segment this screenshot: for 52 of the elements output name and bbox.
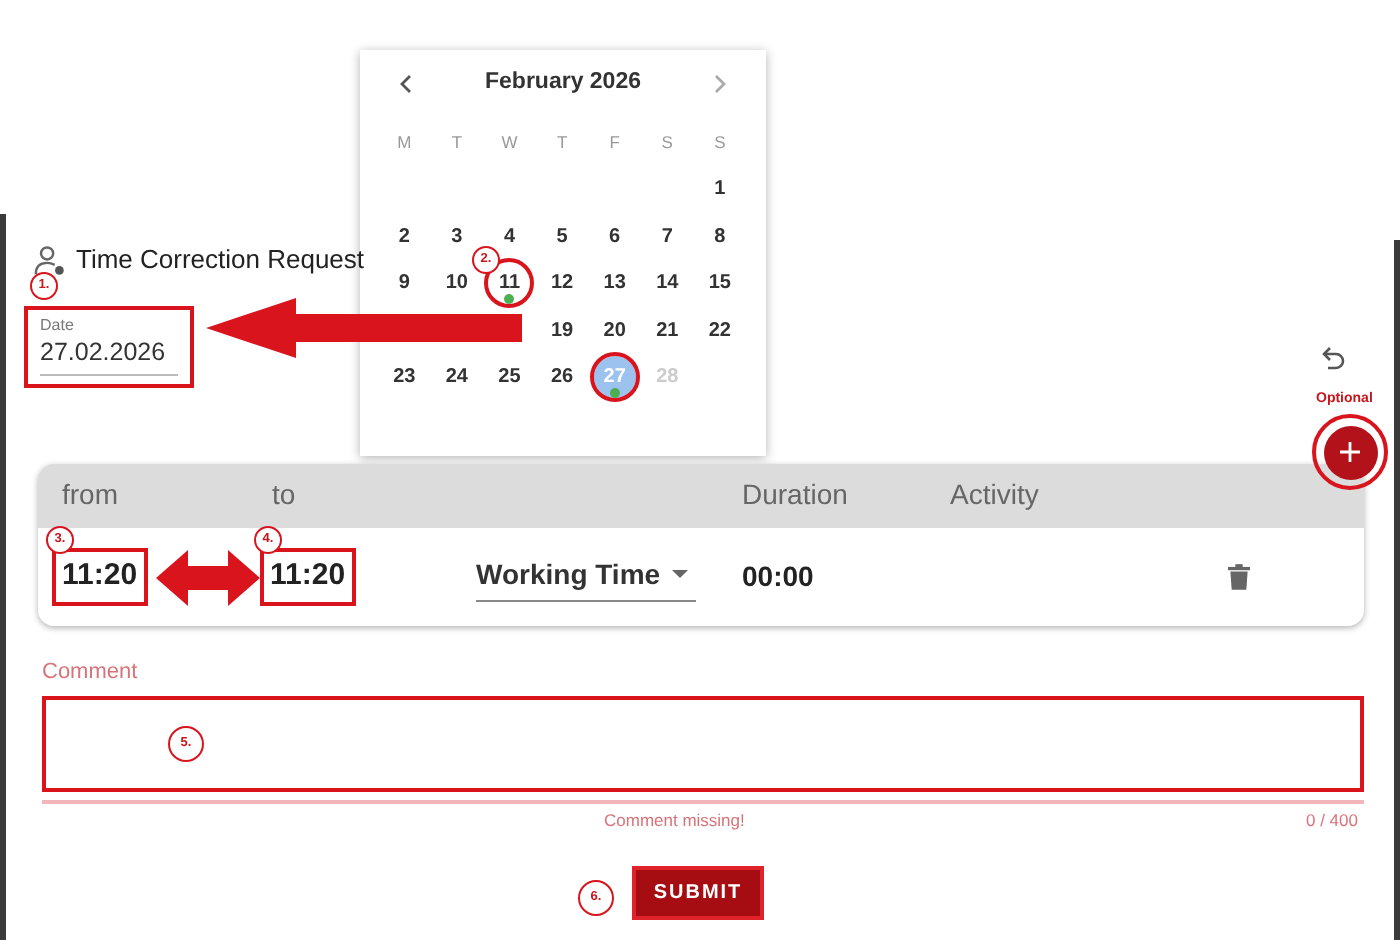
calendar-day[interactable]: 7 — [646, 215, 689, 258]
date-value: 27.02.2026 — [40, 336, 178, 376]
column-header: from — [62, 478, 118, 510]
weekday-label: F — [609, 129, 620, 155]
page-title: Time Correction Request — [76, 242, 365, 279]
calendar-day[interactable]: 24 — [435, 356, 478, 399]
calendar-day[interactable]: 8 — [698, 215, 741, 258]
calendar-day[interactable]: 22 — [698, 309, 741, 352]
calendar-day[interactable]: 13 — [593, 262, 636, 305]
calendar-day[interactable]: 5 — [541, 215, 584, 258]
weekday-label: T — [556, 129, 568, 155]
weekday-label: S — [661, 129, 673, 155]
calendar-day[interactable]: 21 — [646, 309, 689, 352]
error-message: Comment missing! — [604, 808, 745, 834]
double-arrow — [156, 550, 260, 606]
calendar-day[interactable]: 23 — [383, 356, 426, 399]
delete-icon[interactable] — [1228, 564, 1250, 590]
previous-month-icon[interactable] — [400, 74, 412, 94]
plus-icon — [1340, 442, 1360, 462]
calendar-day[interactable]: 26 — [541, 356, 584, 399]
calendar-day[interactable]: 2 — [383, 215, 426, 258]
calendar-day[interactable]: 10 — [435, 262, 478, 305]
weekday-label: S — [714, 129, 726, 155]
calendar-day[interactable]: 15 — [698, 262, 741, 305]
character-counter: 0 / 400 — [1306, 808, 1358, 834]
calendar-day[interactable]: 25 — [488, 356, 531, 399]
caret-icon — [672, 570, 688, 578]
add-button[interactable] — [1312, 414, 1388, 490]
column-header: Activity — [950, 478, 1039, 510]
column-header: to — [272, 478, 296, 510]
submit-button[interactable]: SUBMIT — [632, 866, 764, 920]
undo-icon[interactable] — [1322, 346, 1346, 370]
date-field[interactable]: Date 27.02.2026 — [24, 306, 194, 388]
column-header: Duration — [742, 478, 848, 510]
calendar-day[interactable]: 20 — [593, 309, 636, 352]
calendar-day[interactable]: 9 — [383, 262, 426, 305]
field-label: Comment — [42, 658, 138, 686]
duration-cell: 00:00 — [742, 559, 814, 591]
field-label: Date — [40, 316, 76, 336]
calendar-day[interactable]: 14 — [646, 262, 689, 305]
calendar-day[interactable]: 12 — [541, 262, 584, 305]
calendar-day[interactable]: 19 — [541, 309, 584, 352]
calendar-day[interactable]: 1 — [698, 168, 741, 211]
activity-select[interactable]: Working Time — [476, 553, 696, 601]
person-icon — [32, 243, 66, 277]
weekday-label: T — [451, 129, 463, 155]
calendar-month: February 2026 — [485, 68, 641, 99]
calendar-day[interactable]: 3 — [435, 215, 478, 258]
calendar-day[interactable]: 6 — [593, 215, 636, 258]
comment-field[interactable] — [42, 696, 1364, 792]
weekday-label: M — [397, 129, 412, 155]
weekday-label: W — [501, 129, 518, 155]
